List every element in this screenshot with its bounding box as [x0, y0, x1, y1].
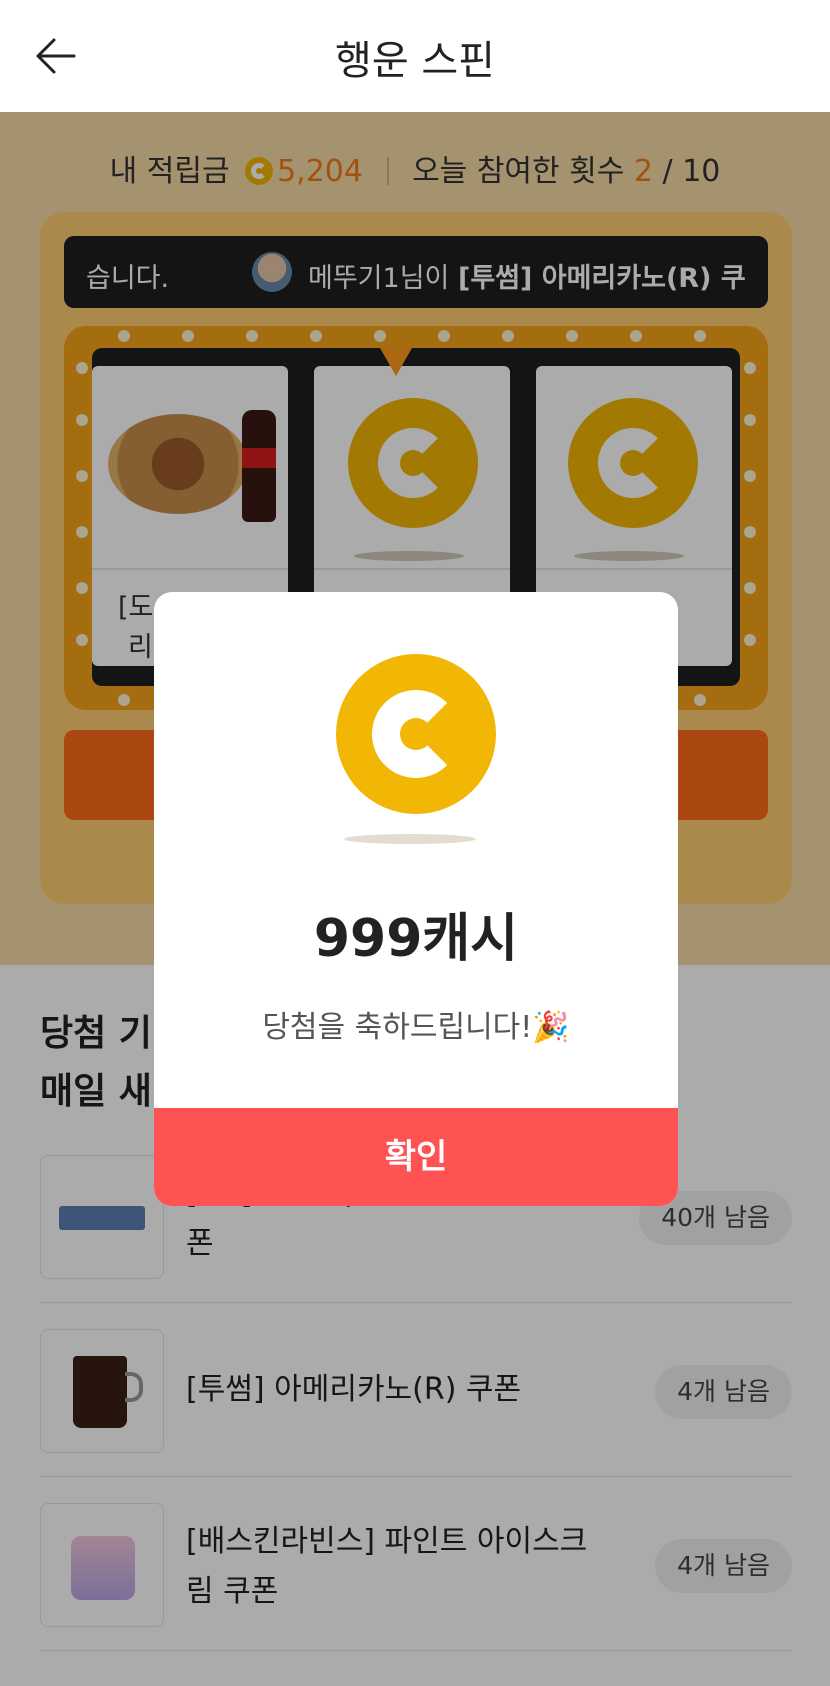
prize-amount: 999캐시: [313, 909, 519, 969]
page-title: 행운 스핀: [335, 38, 495, 84]
congrats-message: 당첨을 축하드립니다!🎉: [262, 1010, 570, 1045]
coin-shadow: [344, 834, 476, 844]
confirm-button[interactable]: 확인: [154, 1108, 678, 1206]
coin-icon: [336, 654, 496, 814]
win-modal: 999캐시 당첨을 축하드립니다!🎉 확인: [154, 592, 678, 1206]
header: 행운 스핀: [0, 0, 830, 112]
